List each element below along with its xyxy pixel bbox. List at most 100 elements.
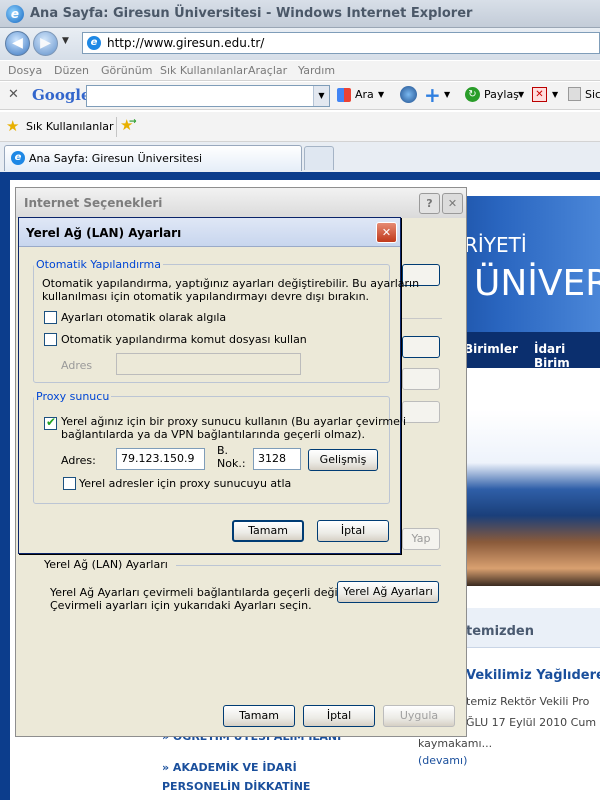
google-logo: Google	[32, 86, 91, 104]
tab-bar: e Ana Sayfa: Giresun Üniversitesi	[0, 142, 600, 172]
auto-detect-checkbox[interactable]	[44, 311, 57, 324]
lan-desc-line-1: Yerel Ağ Ayarları çevirmeli bağlantılard…	[50, 586, 358, 599]
chevron-down-icon[interactable]: ▼	[444, 90, 450, 99]
menu-yardim[interactable]: Yardım	[298, 64, 335, 77]
divider	[402, 318, 442, 319]
chevron-down-icon[interactable]: ▼	[378, 90, 384, 99]
banner-top-text: RİYETİ	[464, 233, 527, 257]
options-title-bar: Internet Seçenekleri ? ✕	[16, 188, 466, 218]
address-url[interactable]: http://www.giresun.edu.tr/	[107, 36, 264, 50]
lan-title: Yerel Ağ (LAN) Ayarları	[26, 226, 182, 240]
banner-main-text: ÜNİVER	[474, 263, 600, 304]
options-apply-button[interactable]: Uygula	[383, 705, 455, 727]
auto-desc-line-1: Otomatik yapılandırma, yaptığınız ayarla…	[42, 277, 420, 290]
announcement-item-2-line1[interactable]: » AKADEMİK VE İDARİ	[162, 761, 297, 774]
auto-desc-line-2: kullanılması için otomatik yapılandırmay…	[42, 290, 370, 303]
sidewiki-button[interactable]: Sic	[585, 88, 600, 101]
tab-label: Ana Sayfa: Giresun Üniversitesi	[29, 152, 203, 165]
use-proxy-label-line-2[interactable]: bağlantılarda ya da VPN bağlantılarında …	[61, 428, 365, 441]
news-title[interactable]: Vekilimiz Yağlıdere	[466, 668, 600, 683]
proxy-address-input[interactable]: 79.123.150.9	[116, 448, 205, 470]
tab-page-icon: e	[11, 151, 25, 165]
options-ok-button[interactable]: Tamam	[223, 705, 295, 727]
news-heading: temizden	[466, 624, 534, 639]
menu-araclar[interactable]: Araçlar	[248, 64, 287, 77]
tab-giresun[interactable]: e Ana Sayfa: Giresun Üniversitesi	[4, 145, 302, 171]
divider	[116, 117, 117, 137]
news-line-3: kaymakamı...	[418, 737, 493, 750]
options-hidden-button-5[interactable]: Yap	[402, 528, 440, 550]
use-proxy-label-line-1[interactable]: Yerel ağınız için bir proxy sunucu kulla…	[61, 415, 406, 428]
window-title-bar: e Ana Sayfa: Giresun Üniversitesi - Wind…	[0, 0, 600, 28]
options-hidden-button-3[interactable]	[402, 368, 440, 390]
page-icon: e	[87, 36, 101, 50]
window-title: Ana Sayfa: Giresun Üniversitesi - Window…	[30, 6, 473, 21]
site-nav-idari-birim[interactable]: İdari Birim	[534, 342, 600, 370]
proxy-port-label-line-1: B.	[217, 444, 229, 457]
options-cancel-button[interactable]: İptal	[303, 705, 375, 727]
star-icon[interactable]: ★	[6, 117, 19, 135]
proxy-port-label-line-2: Nok.:	[217, 457, 246, 470]
google-search-input[interactable]: ▼	[86, 85, 330, 107]
menu-bar: Dosya Düzen Görünüm Sık Kullanılanlar Ar…	[0, 61, 600, 81]
proxy-legend: Proxy sunucu	[36, 390, 110, 403]
auto-config-legend: Otomatik Yapılandırma	[36, 258, 161, 271]
options-title: Internet Seçenekleri	[24, 196, 163, 210]
options-close-button[interactable]: ✕	[442, 193, 463, 214]
auto-script-label[interactable]: Otomatik yapılandırma komut dosyası kull…	[61, 333, 307, 346]
use-proxy-checkbox[interactable]: ✔	[44, 415, 57, 430]
forward-button[interactable]: ▶	[33, 31, 58, 56]
divider	[176, 565, 441, 566]
google-search-icon	[337, 88, 351, 102]
address-bar[interactable]: e http://www.giresun.edu.tr/	[82, 32, 600, 54]
sidewiki-icon[interactable]	[568, 87, 581, 101]
news-line-1: temiz Rektör Vekili Pro	[466, 695, 590, 708]
lan-cancel-button[interactable]: İptal	[317, 520, 389, 542]
announcement-item-2-line2[interactable]: PERSONELİN DİKKATİNE	[162, 780, 310, 793]
new-tab-button[interactable]	[304, 146, 334, 170]
lan-title-bar: Yerel Ağ (LAN) Ayarları ✕	[19, 218, 400, 247]
help-button[interactable]: ?	[419, 193, 440, 214]
ie-logo-icon: e	[6, 5, 24, 23]
lan-settings-button[interactable]: Yerel Ağ Ayarları	[337, 581, 439, 603]
news-more-link[interactable]: (devamı)	[418, 754, 467, 767]
chevron-down-icon[interactable]: ▼	[552, 90, 558, 99]
close-toolbar-icon[interactable]: ✕	[8, 87, 19, 102]
menu-dosya[interactable]: Dosya	[8, 64, 42, 77]
share-button[interactable]: Paylaş	[484, 88, 519, 101]
lan-ok-button[interactable]: Tamam	[232, 520, 304, 542]
menu-duzen[interactable]: Düzen	[54, 64, 89, 77]
site-nav-birimler[interactable]: Birimler	[464, 342, 518, 356]
lan-group-label: Yerel Ağ (LAN) Ayarları	[44, 558, 172, 571]
bypass-local-label[interactable]: Yerel adresler için proxy sunucuyu atla	[79, 477, 291, 490]
chevron-down-icon[interactable]: ▼	[518, 90, 524, 99]
options-hidden-button-2[interactable]	[402, 336, 440, 358]
favorites-button[interactable]: Sık Kullanılanlar	[26, 120, 114, 133]
back-button[interactable]: ◀	[5, 31, 30, 56]
chevron-down-icon[interactable]: ▼	[313, 86, 329, 106]
history-dropdown-icon[interactable]: ▼	[62, 36, 69, 46]
proxy-advanced-button[interactable]: Gelişmiş	[308, 449, 378, 471]
bypass-local-checkbox[interactable]	[63, 477, 76, 490]
auto-address-label: Adres	[61, 359, 93, 372]
plus-icon[interactable]: +	[424, 83, 441, 107]
lan-settings-dialog: Yerel Ağ (LAN) Ayarları ✕ Otomatik Yapıl…	[18, 217, 419, 554]
auto-detect-label[interactable]: Ayarları otomatik olarak algıla	[61, 311, 226, 324]
globe-icon[interactable]	[400, 86, 417, 103]
menu-gorunum[interactable]: Görünüm	[101, 64, 152, 77]
news-line-2: ĞLU 17 Eylül 2010 Cum	[466, 716, 597, 729]
share-icon[interactable]: ↻	[465, 87, 480, 102]
popup-blocker-icon[interactable]: ✕	[532, 87, 547, 102]
lan-desc-line-2: Çevirmeli ayarları için yukarıdaki Ayarl…	[50, 599, 312, 612]
check-icon: ✔	[46, 415, 57, 429]
auto-address-field[interactable]	[116, 353, 301, 375]
green-arrow-icon: →	[129, 117, 137, 127]
lan-close-button[interactable]: ✕	[376, 222, 397, 243]
menu-sik-kullanilanlar[interactable]: Sık Kullanılanlar	[160, 64, 248, 77]
options-hidden-button-4[interactable]	[402, 401, 440, 423]
proxy-port-input[interactable]: 3128	[253, 448, 301, 470]
google-toolbar: ✕ Google ▼ Ara ▼ + ▼ ↻ Paylaş ▼ ✕ ▼ Sic	[0, 82, 600, 110]
favorites-bar: ★ Sık Kullanılanlar ★ →	[0, 112, 600, 142]
auto-script-checkbox[interactable]	[44, 333, 57, 346]
google-search-button[interactable]: Ara	[355, 88, 374, 101]
